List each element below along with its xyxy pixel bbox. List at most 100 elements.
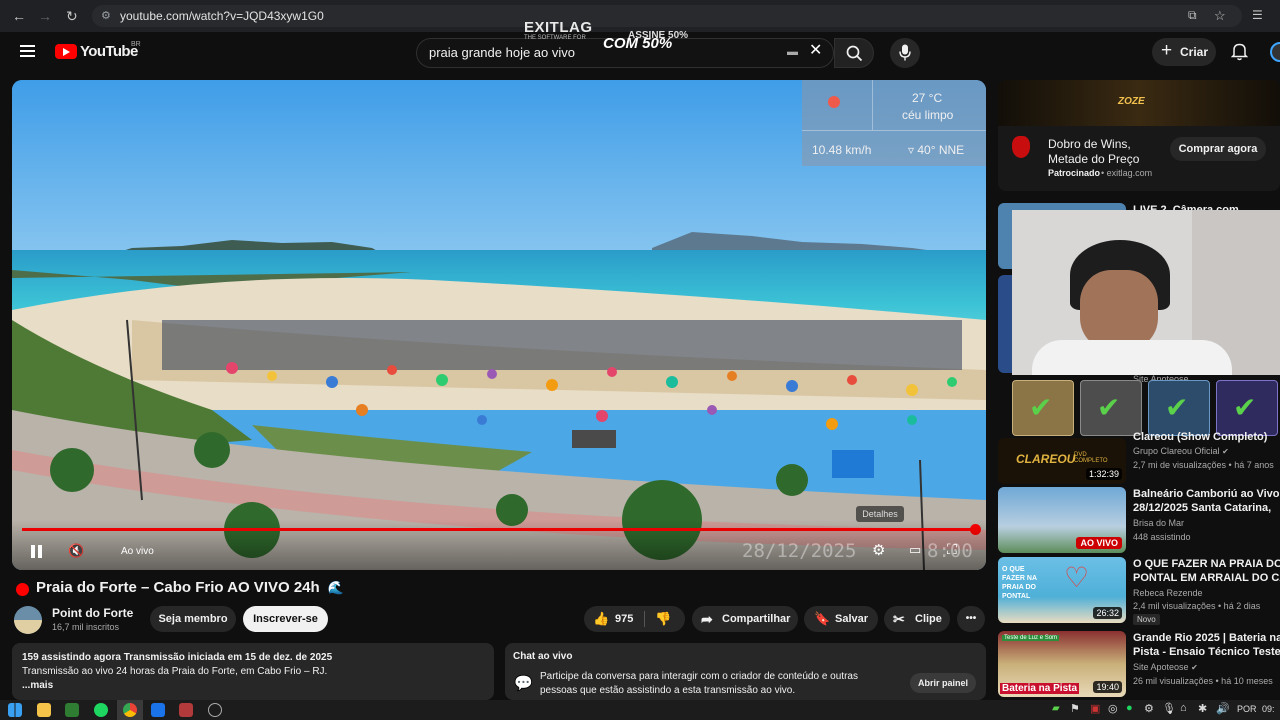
achievement-tile: ✔ bbox=[1012, 380, 1074, 436]
youtube-logo-icon[interactable] bbox=[55, 44, 77, 59]
windows-start-icon[interactable] bbox=[8, 703, 22, 717]
microphone-tray-icon[interactable]: 🎙 bbox=[1162, 702, 1176, 715]
rec-item[interactable]: CLAREOU DVD COMPLETO 1:32:39 Clareou (Sh… bbox=[998, 430, 1280, 486]
rec-title[interactable]: Clareou (Show Completo) bbox=[1133, 430, 1280, 444]
duration-badge: 19:40 bbox=[1093, 681, 1122, 693]
install-app-icon[interactable]: ⧉ bbox=[1188, 8, 1197, 23]
bookmark-star-icon[interactable]: ☆ bbox=[1214, 8, 1226, 24]
create-button[interactable]: + Criar bbox=[1152, 38, 1216, 66]
plus-icon: + bbox=[1161, 40, 1173, 61]
rec-thumbnail[interactable]: CLAREOU DVD COMPLETO 1:32:39 bbox=[998, 438, 1126, 484]
rec-item[interactable]: AO VIVO Balneário Camboriú ao Vivo. 28/1… bbox=[998, 487, 1280, 553]
live-label[interactable]: Ao vivo bbox=[121, 546, 154, 557]
site-info-icon[interactable]: ⚙ bbox=[101, 5, 111, 27]
voice-search-button[interactable] bbox=[890, 38, 920, 68]
join-button[interactable]: Seja membro bbox=[150, 606, 236, 632]
tray-icon[interactable]: ⚑ bbox=[1070, 702, 1080, 715]
like-button[interactable]: 👍 bbox=[593, 606, 609, 632]
channel-name[interactable]: Point do Forte bbox=[52, 606, 133, 620]
mute-icon[interactable]: 🔇 bbox=[68, 543, 84, 559]
fullscreen-icon[interactable]: ⛶ bbox=[947, 541, 957, 558]
video-title-text: Praia do Forte – Cabo Frio AO VIVO 24h bbox=[36, 579, 320, 596]
settings-gear-icon[interactable]: ⚙ bbox=[872, 541, 885, 559]
scissors-icon: ✂ bbox=[893, 611, 905, 627]
reload-icon[interactable]: ↻ bbox=[66, 8, 78, 25]
description-text: Transmissão ao vivo 24 horas da Praia do… bbox=[22, 666, 328, 677]
tray-icon[interactable]: ▰ bbox=[1052, 703, 1060, 714]
description-box[interactable]: 159 assistindo agora Transmissão iniciad… bbox=[12, 643, 494, 700]
back-arrow-icon[interactable]: ← bbox=[12, 8, 26, 24]
file-explorer-icon[interactable] bbox=[37, 703, 51, 717]
rec-title-2[interactable]: Pista - Ensaio Técnico Teste bbox=[1133, 645, 1280, 659]
pause-button[interactable] bbox=[30, 544, 44, 560]
rec-thumbnail[interactable]: O QUE FAZER NA PRAIA DO PONTAL ♡ 26:32 bbox=[998, 557, 1126, 623]
clock[interactable]: 09: bbox=[1262, 704, 1275, 714]
share-label: Compartilhar bbox=[722, 613, 791, 625]
tray-icon[interactable]: ▣ bbox=[1090, 702, 1100, 715]
rec-title[interactable]: O QUE FAZER NA PRAIA DO bbox=[1133, 557, 1280, 571]
forward-arrow-icon[interactable]: → bbox=[38, 8, 52, 24]
bluetooth-icon[interactable]: ✱ bbox=[1198, 702, 1207, 715]
language-indicator[interactable]: POR bbox=[1237, 704, 1257, 714]
checkmark-icon: ✔ bbox=[1165, 392, 1189, 423]
more-actions-button[interactable]: ••• bbox=[957, 606, 985, 632]
search-icon bbox=[846, 45, 863, 62]
rec-stats: 2,7 mi de visualizações • há 7 anos bbox=[1133, 460, 1274, 470]
thumb-sub: DVD COMPLETO bbox=[1074, 452, 1108, 464]
network-icon[interactable]: ⌂ bbox=[1180, 702, 1187, 714]
duration-badge: 26:32 bbox=[1093, 607, 1122, 619]
overlay-tagline: THE SOFTWARE FOR bbox=[524, 35, 586, 41]
search-button[interactable] bbox=[834, 38, 874, 68]
reading-list-icon[interactable]: ☰ bbox=[1252, 8, 1263, 22]
app-icon[interactable] bbox=[65, 703, 79, 717]
webcam-overlay bbox=[1012, 210, 1280, 375]
share-button[interactable]: ➦ Compartilhar bbox=[692, 606, 798, 632]
rec-title-2[interactable]: 28/12/2025 Santa Catarina, bbox=[1133, 501, 1280, 515]
clip-button[interactable]: ✂ Clipe bbox=[884, 606, 950, 632]
bookmark-icon: 🔖 bbox=[814, 611, 831, 626]
rec-item[interactable]: Teste de Luz e Som Bateria na Pista 19:4… bbox=[998, 631, 1280, 697]
browser-toolbar: ← → ↻ ⚙ youtube.com/watch?v=JQD43xyw1G0 … bbox=[0, 0, 1280, 32]
rec-thumbnail[interactable]: Teste de Luz e Som Bateria na Pista 19:4… bbox=[998, 631, 1126, 697]
keyboard-icon[interactable]: ▬ bbox=[787, 38, 798, 66]
chat-prompt: Participe da conversa para interagir com… bbox=[540, 671, 858, 696]
rec-thumbnail[interactable]: AO VIVO bbox=[998, 487, 1126, 553]
heart-icon: ♡ bbox=[1064, 562, 1090, 593]
open-chat-button[interactable]: Abrir painel bbox=[910, 673, 976, 693]
subscribe-button[interactable]: Inscrever-se bbox=[243, 606, 328, 632]
sidebar-ad[interactable]: ZOZE Dobro de Wins, Metade do Preço Patr… bbox=[998, 80, 1280, 191]
tray-icon[interactable]: ◎ bbox=[1108, 702, 1118, 715]
ad-sponsored: Patrocinado bbox=[1048, 168, 1101, 178]
save-button[interactable]: 🔖 Salvar bbox=[804, 606, 878, 632]
youtube-logo-text[interactable]: YouTube bbox=[80, 43, 138, 60]
app-icon[interactable] bbox=[151, 703, 165, 717]
thumb-top: Teste de Luz e Som bbox=[1002, 635, 1060, 641]
rec-title[interactable]: Grande Rio 2025 | Bateria na bbox=[1133, 631, 1280, 645]
spotify-icon[interactable] bbox=[94, 703, 108, 717]
address-bar[interactable]: ⚙ youtube.com/watch?v=JQD43xyw1G0 bbox=[92, 5, 1242, 27]
ad-title-2: Metade do Preço bbox=[1048, 152, 1140, 166]
rec-item[interactable]: O QUE FAZER NA PRAIA DO PONTAL ♡ 26:32 O… bbox=[998, 557, 1280, 625]
rec-title[interactable]: Balneário Camboriú ao Vivo. bbox=[1133, 487, 1280, 501]
rec-title-2[interactable]: PONTAL EM ARRAIAL DO CAB bbox=[1133, 571, 1280, 585]
chrome-icon[interactable] bbox=[123, 703, 137, 717]
miniplayer-icon[interactable]: ▭ bbox=[909, 542, 921, 558]
volume-icon[interactable]: 🔊 bbox=[1216, 702, 1230, 715]
tray-icon[interactable]: ⚙ bbox=[1144, 702, 1154, 715]
avatar[interactable] bbox=[1270, 42, 1280, 62]
video-player[interactable]: 27 °C céu limpo 10.48 km/h ▿ 40° NNE Det… bbox=[12, 80, 986, 570]
description-more-link[interactable]: ...mais bbox=[22, 679, 484, 693]
spotify-tray-icon[interactable]: ● bbox=[1126, 702, 1133, 714]
duration-badge: 1:32:39 bbox=[1085, 468, 1122, 480]
temperature: 27 °C bbox=[912, 91, 943, 105]
dislike-button[interactable]: 👎 bbox=[655, 606, 671, 632]
new-badge: Novo bbox=[1133, 614, 1160, 625]
notifications-bell-icon[interactable] bbox=[1231, 42, 1248, 61]
menu-icon[interactable] bbox=[20, 45, 35, 47]
channel-avatar[interactable] bbox=[14, 606, 42, 634]
app-icon[interactable] bbox=[208, 703, 222, 717]
clear-search-icon[interactable]: ✕ bbox=[809, 37, 822, 65]
app-icon[interactable] bbox=[179, 703, 193, 717]
clip-label: Clipe bbox=[915, 613, 942, 625]
buy-now-button[interactable]: Comprar agora bbox=[1170, 137, 1266, 161]
